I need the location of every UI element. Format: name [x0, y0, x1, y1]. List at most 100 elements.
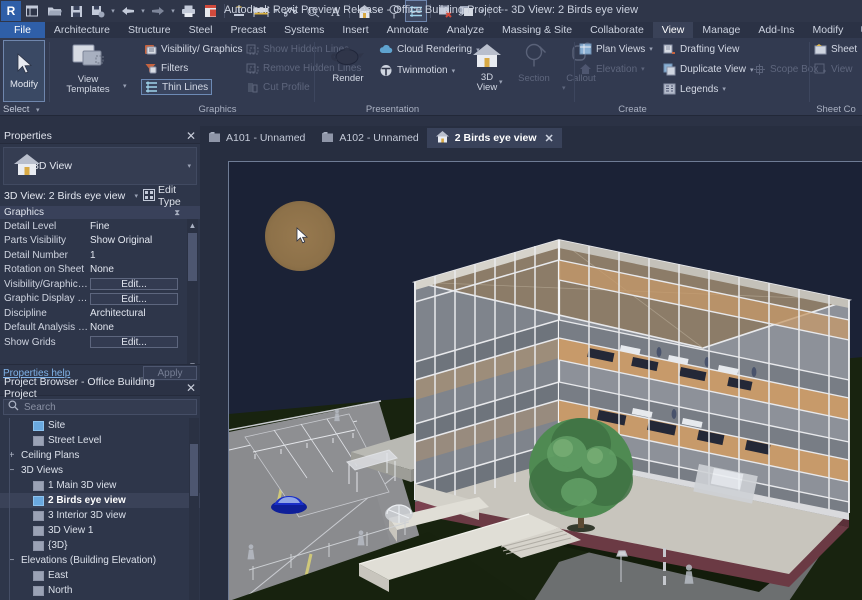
- default-3d-view-icon[interactable]: [354, 1, 374, 21]
- thin-lines-icon[interactable]: [405, 0, 427, 22]
- tag-by-category-icon[interactable]: D: [303, 1, 323, 21]
- tree-item-ceiling-plans[interactable]: + Ceiling Plans: [0, 448, 200, 463]
- ribbon-tab-systems[interactable]: Systems: [275, 22, 333, 38]
- property-value[interactable]: None: [88, 322, 200, 333]
- modify-button[interactable]: Modify: [3, 40, 45, 102]
- close-icon[interactable]: ✕: [186, 382, 196, 394]
- twinmotion-caret[interactable]: ▾: [452, 67, 456, 75]
- switch-windows-dropdown-caret[interactable]: ▾: [478, 7, 486, 15]
- save-as-icon[interactable]: [88, 1, 108, 21]
- property-row[interactable]: Discipline Architectural: [0, 306, 200, 321]
- legends-button[interactable]: Legends ▾: [663, 83, 726, 95]
- section-icon[interactable]: [384, 1, 404, 21]
- edit-type-button[interactable]: Edit Type: [143, 184, 198, 208]
- redo-dropdown-caret[interactable]: ▾: [169, 7, 177, 15]
- view-templates-button[interactable]: View Templates: [58, 42, 118, 95]
- ribbon-tab-annotate[interactable]: Annotate: [378, 22, 438, 38]
- property-row[interactable]: Show Grids Edit...: [0, 335, 200, 350]
- tree-item-3d-view-1[interactable]: 3D View 1: [0, 523, 200, 538]
- render-button[interactable]: Render: [322, 44, 374, 84]
- tree-expander-minus-icon[interactable]: −: [6, 555, 17, 566]
- ribbon-tab-view[interactable]: View: [652, 22, 694, 38]
- filters-button[interactable]: Filters: [144, 62, 188, 75]
- view-templates-caret[interactable]: ▾: [123, 82, 127, 90]
- type-selector[interactable]: 3D View: 2 Birds eye view ▾: [2, 188, 140, 204]
- graphic-display-edit-button[interactable]: Edit...: [90, 292, 178, 305]
- tree-item-elevations[interactable]: − Elevations (Building Elevation): [0, 553, 200, 568]
- measure-icon[interactable]: [229, 1, 249, 21]
- property-value[interactable]: Fine: [88, 221, 200, 232]
- document-tab-2-birds-eye-view[interactable]: 2 Birds eye view ✕: [426, 128, 562, 148]
- show-grids-edit-button[interactable]: Edit...: [90, 336, 178, 349]
- property-row[interactable]: Default Analysis Di... None: [0, 321, 200, 336]
- ribbon-tab-add-ins[interactable]: Add-Ins: [749, 22, 803, 38]
- sort-icon[interactable]: ⧗: [174, 208, 180, 218]
- tree-expander-minus-icon[interactable]: −: [6, 465, 17, 476]
- ribbon-tab-file[interactable]: File: [0, 22, 45, 38]
- close-icon[interactable]: ✕: [186, 130, 196, 142]
- legends-caret[interactable]: ▾: [722, 85, 726, 93]
- tree-item-2-birds-eye-view[interactable]: 2 Birds eye view: [0, 493, 200, 508]
- undo-dropdown-caret[interactable]: ▾: [139, 7, 147, 15]
- close-icon[interactable]: ✕: [545, 132, 554, 145]
- aligned-dimension-icon[interactable]: [251, 1, 271, 21]
- switch-windows-icon[interactable]: [457, 1, 477, 21]
- view-3d-dropdown-caret[interactable]: ▾: [375, 7, 383, 15]
- plan-views-caret[interactable]: ▾: [649, 45, 653, 53]
- tree-item-3d-default[interactable]: {3D}: [0, 538, 200, 553]
- ribbon-tab-steel[interactable]: Steel: [180, 22, 222, 38]
- close-hidden-windows-icon[interactable]: [435, 1, 455, 21]
- ribbon-tab-massing-site[interactable]: Massing & Site: [493, 22, 581, 38]
- drafting-view-button[interactable]: Drafting View: [663, 43, 739, 55]
- thin-lines-button[interactable]: Thin Lines: [140, 79, 213, 95]
- tree-item-3-interior-3d-view[interactable]: 3 Interior 3D view: [0, 508, 200, 523]
- search-input[interactable]: Search: [3, 399, 197, 415]
- scrollbar-thumb[interactable]: [188, 233, 197, 281]
- family-type-preview[interactable]: 3D View ▾: [3, 147, 197, 185]
- revit-logo-button[interactable]: R: [1, 1, 21, 21]
- select-panel-label[interactable]: Select ▾: [3, 104, 40, 115]
- ribbon-tab-manage[interactable]: Manage: [693, 22, 749, 38]
- property-value[interactable]: None: [88, 264, 200, 275]
- 3d-model-canvas[interactable]: [228, 161, 862, 600]
- undo-icon[interactable]: [118, 1, 138, 21]
- scrollbar-thumb[interactable]: [190, 444, 198, 496]
- tree-item-north[interactable]: North: [0, 583, 200, 598]
- visibility-graphics-edit-button[interactable]: Edit...: [90, 278, 178, 291]
- document-tab-a102[interactable]: A102 - Unnamed: [313, 128, 426, 148]
- text-icon[interactable]: A: [325, 1, 345, 21]
- tag-icon[interactable]: [281, 1, 301, 21]
- tree-item-street-level[interactable]: Street Level: [0, 433, 200, 448]
- document-tab-a101[interactable]: A101 - Unnamed: [200, 128, 313, 148]
- property-row[interactable]: Detail Level Fine: [0, 219, 200, 234]
- 3d-view-caret[interactable]: ▾: [499, 78, 503, 86]
- property-value[interactable]: 1: [88, 250, 200, 261]
- ribbon-tab-analyze[interactable]: Analyze: [438, 22, 493, 38]
- tree-item-3d-views[interactable]: − 3D Views: [0, 463, 200, 478]
- redo-icon[interactable]: [148, 1, 168, 21]
- tree-item-site[interactable]: Site: [0, 418, 200, 433]
- property-row[interactable]: Rotation on Sheet None: [0, 263, 200, 278]
- save-as-dropdown-caret[interactable]: ▾: [109, 7, 117, 15]
- open-icon[interactable]: [44, 1, 64, 21]
- scroll-up-icon[interactable]: ▲: [187, 219, 198, 231]
- print-icon[interactable]: [178, 1, 198, 21]
- plan-views-button[interactable]: Plan Views ▾: [579, 43, 653, 55]
- dimension-dropdown-caret[interactable]: ▾: [272, 7, 280, 15]
- sheet-button[interactable]: Sheet: [814, 43, 857, 55]
- property-row[interactable]: Visibility/Graphics ... Edit...: [0, 277, 200, 292]
- property-row[interactable]: Parts Visibility Show Original: [0, 234, 200, 249]
- close-inactive-icon[interactable]: [200, 1, 220, 21]
- chevron-down-icon[interactable]: ▾: [187, 162, 191, 170]
- new-project-icon[interactable]: [22, 1, 42, 21]
- ribbon-tab-structure[interactable]: Structure: [119, 22, 180, 38]
- property-value[interactable]: Show Original: [88, 235, 200, 246]
- ribbon-tab-precast[interactable]: Precast: [222, 22, 276, 38]
- tree-item-1-main-3d-view[interactable]: 1 Main 3D view: [0, 478, 200, 493]
- tree-expander-plus-icon[interactable]: +: [6, 450, 17, 461]
- properties-scrollbar[interactable]: ▲ ▼: [187, 219, 198, 371]
- property-value[interactable]: Architectural: [88, 308, 200, 319]
- chevron-down-icon[interactable]: ▾: [134, 192, 140, 200]
- ribbon-tab-architecture[interactable]: Architecture: [45, 22, 119, 38]
- twinmotion-button[interactable]: Twinmotion ▾: [379, 64, 455, 77]
